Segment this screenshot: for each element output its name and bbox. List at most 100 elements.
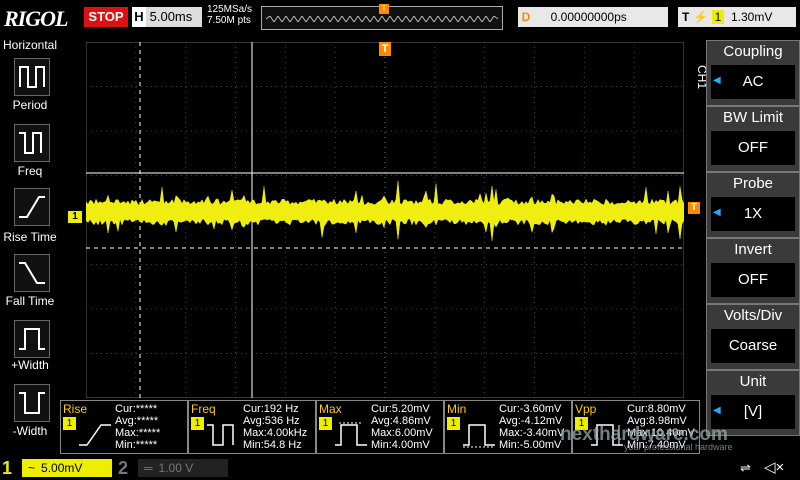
volts-div-button[interactable]: Volts/Div Coarse: [706, 304, 800, 370]
measure-freq[interactable]: Freq 1 Cur:192 Hz Avg:536 Hz Max:4.00kHz…: [188, 400, 316, 454]
bw-limit-title: BW Limit: [723, 109, 783, 126]
rise-time-icon[interactable]: [14, 188, 50, 226]
measure-min: Min:*****: [115, 439, 158, 451]
left-arrow-icon: ◀: [713, 207, 721, 218]
rise-time-label: Rise Time: [3, 230, 57, 244]
measure-source: 1: [191, 417, 204, 430]
left-arrow-icon: ◀: [713, 405, 721, 416]
trigger-level: 1.30mV: [731, 10, 773, 24]
bw-limit-button[interactable]: BW Limit OFF: [706, 106, 800, 172]
coupling-title: Coupling: [723, 43, 783, 60]
ch2-scale-box[interactable]: ═ 1.00 V: [138, 459, 228, 477]
measure-max: Max:-3.40mV: [499, 427, 565, 439]
freq-icon: [207, 424, 234, 446]
measure-name: Min: [447, 402, 467, 416]
measure-source: 1: [63, 417, 76, 430]
pos-width-label: +Width: [11, 358, 49, 372]
ac-coupling-icon: ~: [28, 461, 36, 475]
freq-label: Freq: [17, 164, 43, 178]
measure-cur: Cur:192 Hz: [243, 403, 299, 415]
memory-waveform-preview: [266, 16, 498, 22]
measure-min: Min:4.00mV: [371, 439, 430, 451]
measure-min: Min:54.8 Hz: [243, 439, 302, 451]
ch2-number[interactable]: 2: [118, 458, 128, 479]
trigger-label: T: [682, 10, 690, 24]
unit-title: Unit: [739, 373, 767, 390]
sample-rate: 125MSa/s: [207, 4, 253, 15]
measure-name: Vpp: [575, 402, 597, 416]
coupling-value: AC: [711, 65, 795, 99]
acquisition-info: 125MSa/s 7.50M pts: [207, 4, 252, 26]
measure-source: 1: [447, 417, 460, 430]
delay-label: D: [521, 10, 531, 24]
ch1-number[interactable]: 1: [2, 458, 12, 479]
measure-cur: Cur:8.80mV: [627, 403, 686, 415]
memory-trigger-marker: T: [379, 4, 389, 14]
dc-coupling-icon: ═: [144, 461, 153, 475]
pos-width-icon[interactable]: [14, 320, 50, 358]
fall-time-icon[interactable]: [14, 254, 50, 292]
measure-avg: Avg:4.86mV: [371, 415, 431, 427]
measure-cur: Cur:5.20mV: [371, 403, 430, 415]
ch2-scale: 1.00 V: [158, 461, 194, 475]
probe-value: 1X: [711, 197, 795, 231]
trigger-source: 1: [711, 10, 725, 24]
menu-title: Horizontal: [2, 38, 58, 52]
period-label: Period: [12, 98, 48, 112]
invert-value: OFF: [711, 263, 795, 297]
speaker-mute-icon[interactable]: ◁×: [764, 458, 784, 476]
delay-display[interactable]: D 0.00000000ps: [518, 7, 668, 27]
measure-avg: Avg:536 Hz: [243, 415, 300, 427]
measure-rise[interactable]: Rise 1 Cur:***** Avg:***** Max:***** Min…: [60, 400, 188, 454]
bw-limit-value: OFF: [711, 131, 795, 165]
watermark-subtitle: your professional hardware: [624, 442, 733, 452]
measure-name: Max: [319, 402, 342, 416]
fall-time-label: Fall Time: [5, 294, 55, 308]
trigger-position-marker[interactable]: T: [379, 42, 391, 56]
timebase-display[interactable]: H 5.00ms: [132, 7, 202, 27]
period-icon[interactable]: [14, 58, 50, 96]
ch1-offset-marker[interactable]: 1: [68, 211, 82, 223]
neg-width-label: -Width: [12, 424, 48, 438]
invert-button[interactable]: Invert OFF: [706, 238, 800, 304]
rise-time-icon: [79, 424, 111, 446]
h-label: H: [132, 7, 146, 27]
volts-div-title: Volts/Div: [723, 307, 783, 324]
max-icon: [335, 422, 367, 446]
measure-max: Max:*****: [115, 427, 161, 439]
run-stop-indicator[interactable]: STOP: [84, 7, 128, 27]
measure-min[interactable]: Min 1 Cur:-3.60mV Avg:-4.12mV Max:-3.40m…: [444, 400, 572, 454]
probe-button[interactable]: Probe 1X ◀: [706, 172, 800, 238]
probe-title: Probe: [732, 175, 774, 192]
usb-icon: ⇌: [740, 460, 751, 475]
rigol-logo: RIGOL: [4, 6, 68, 31]
measure-cur: Cur:*****: [115, 403, 158, 415]
freq-icon[interactable]: [14, 124, 50, 162]
memory-depth: 7.50M pts: [207, 15, 251, 26]
measure-max: Max:4.00kHz: [243, 427, 308, 439]
trigger-display[interactable]: T ⚡ 1 1.30mV: [678, 7, 796, 27]
coupling-button[interactable]: Coupling AC ◀: [706, 40, 800, 106]
invert-title: Invert: [734, 241, 772, 258]
trigger-level-marker[interactable]: T: [688, 202, 700, 214]
measure-avg: Avg:-4.12mV: [499, 415, 563, 427]
measure-name: Rise: [63, 402, 88, 416]
measure-cur: Cur:-3.60mV: [499, 403, 562, 415]
horizontal-menu: Horizontal Period Freq Rise Time Fall Ti…: [0, 36, 60, 456]
measure-max: Max:6.00mV: [371, 427, 433, 439]
waveform-grid[interactable]: [86, 42, 684, 398]
timebase-value: 5.00ms: [149, 9, 193, 24]
measure-avg: Avg:*****: [115, 415, 159, 427]
measure-source: 1: [319, 417, 332, 430]
measure-name: Freq: [191, 402, 216, 416]
measure-min: Min:-5.00mV: [499, 439, 562, 451]
ch1-scale-box[interactable]: ~5.00mV: [22, 459, 112, 477]
delay-value: 0.00000000ps: [550, 10, 627, 24]
volts-div-value: Coarse: [711, 329, 795, 363]
ch1-scale: 5.00mV: [41, 461, 83, 475]
memory-overview-strip: T: [261, 4, 503, 30]
measure-max[interactable]: Max 1 Cur:5.20mV Avg:4.86mV Max:6.00mV M…: [316, 400, 444, 454]
left-arrow-icon: ◀: [713, 75, 721, 86]
min-icon: [463, 424, 495, 448]
neg-width-icon[interactable]: [14, 384, 50, 422]
